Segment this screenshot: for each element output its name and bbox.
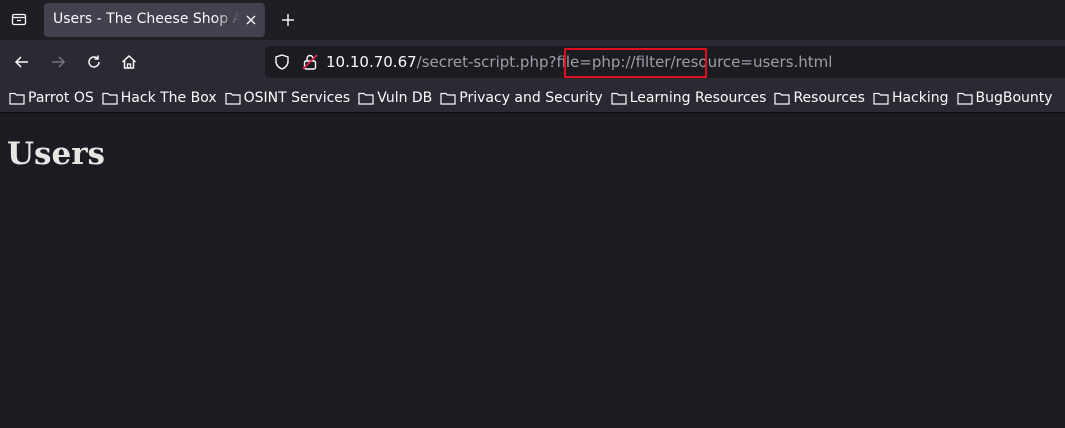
folder-icon (956, 92, 973, 105)
back-arrow-icon[interactable] (11, 51, 33, 73)
bookmark-folder-privacy-and-security[interactable]: Privacy and Security (440, 87, 603, 109)
tracking-protection-shield-icon[interactable] (273, 53, 291, 71)
close-tab-icon[interactable] (242, 11, 260, 29)
url-path-suffix: =users.html (740, 53, 833, 71)
page-content: Users (0, 114, 1065, 428)
page-heading: Users (7, 136, 105, 172)
bookmark-folder-parrot-os[interactable]: Parrot OS (9, 87, 94, 109)
folder-icon (440, 92, 456, 105)
bookmarks-toolbar: Parrot OS Hack The Box OSINT Services Vuln … (0, 84, 1065, 113)
url-host: 10.10.70.67 (326, 53, 417, 71)
active-tab[interactable]: Users - The Cheese Shop Admin (44, 3, 265, 37)
home-icon[interactable] (118, 51, 140, 73)
bookmark-folder-osint-services[interactable]: OSINT Services (225, 87, 351, 109)
list-all-tabs-icon[interactable] (8, 8, 30, 30)
bookmark-folder-hacking[interactable]: Hacking (873, 87, 949, 109)
bookmark-label: Vuln DB (377, 90, 433, 106)
folder-icon (225, 92, 241, 105)
folder-icon (611, 92, 627, 105)
bookmark-label: Resources (793, 90, 865, 106)
address-bar[interactable]: 10.10.70.67/secret-script.php?file=php:/… (265, 46, 1065, 78)
bookmark-label: BugBounty (975, 90, 1053, 106)
navigation-toolbar: 10.10.70.67/secret-script.php?file=php:/… (0, 40, 1065, 84)
bookmark-label: Hacking (891, 90, 949, 106)
folder-icon (774, 92, 791, 105)
folder-icon (358, 92, 374, 105)
bookmark-folder-resources[interactable]: Resources (774, 87, 865, 109)
bookmark-folder-learning-resources[interactable]: Learning Resources (611, 87, 767, 109)
bookmark-label: Parrot OS (28, 90, 94, 106)
forward-arrow-icon[interactable] (47, 51, 69, 73)
new-tab-plus-icon[interactable] (277, 9, 299, 31)
tab-title: Users - The Cheese Shop Admin (53, 11, 239, 27)
bookmark-folder-vuln-db[interactable]: Vuln DB (358, 87, 432, 109)
bookmark-folder-bugbounty[interactable]: BugBounty (956, 87, 1053, 109)
insecure-lock-icon[interactable] (301, 53, 319, 71)
folder-icon (873, 92, 889, 105)
reload-icon[interactable] (83, 51, 105, 73)
bookmark-label: Privacy and Security (459, 90, 603, 106)
tab-bar: Users - The Cheese Shop Admin (0, 0, 1065, 40)
bookmark-label: Hack The Box (120, 90, 217, 106)
bookmark-label: OSINT Services (243, 90, 351, 106)
folder-icon (102, 92, 118, 105)
bookmark-folder-hack-the-box[interactable]: Hack The Box (102, 87, 217, 109)
red-highlight-annotation (564, 48, 707, 78)
bookmark-label: Learning Resources (629, 90, 767, 106)
folder-icon (9, 92, 25, 105)
